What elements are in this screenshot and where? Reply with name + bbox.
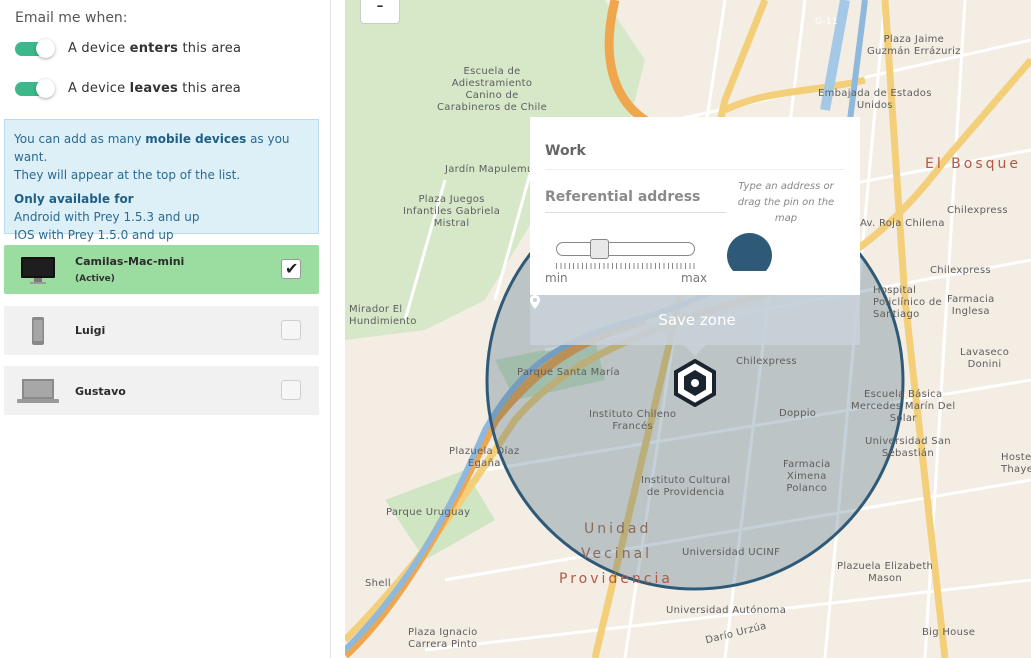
map-label: Farmacia Inglesa	[947, 294, 995, 317]
radius-max-label: max	[681, 271, 708, 285]
device-status: (Active)	[75, 274, 115, 284]
map-label: Av. Roja Chilena	[860, 218, 945, 229]
toggle-knob	[36, 79, 55, 98]
map-label: Instituto Chileno Francés	[589, 409, 677, 432]
map-label: Plazuela Díaz Egaña	[449, 446, 520, 469]
map-label: Providencia	[559, 571, 673, 587]
radius-slider-ticks	[556, 263, 695, 269]
map-label: Escuela Básica Mercedes Marín Del Solar	[851, 389, 956, 424]
zone-form-body: Work Referential address Type an address…	[530, 117, 860, 295]
availability-title: Only available for	[14, 192, 134, 206]
color-picker-mask	[720, 271, 780, 295]
map-label: Chilexpress	[947, 205, 1008, 216]
map-label: Farmacia Ximena Polanco	[783, 459, 831, 494]
email-settings-title: Email me when:	[15, 10, 128, 26]
ios-availability: IOS with Prey 1.5.0 and up	[14, 228, 174, 242]
checkmark-icon: ✔	[285, 259, 299, 278]
map-label: Universidad San Sebastián	[865, 436, 951, 459]
map-label: Hospital Policlínico de Santiago	[873, 285, 943, 320]
zone-name-input[interactable]: Work	[545, 143, 845, 170]
map-label: Universidad UCINF	[682, 547, 781, 558]
mac-mini-icon	[16, 253, 60, 287]
map-label: Jardín Mapulemu	[445, 164, 534, 175]
mobile-devices-info-box: You can add as many mobile devices as yo…	[4, 119, 319, 242]
map-label: Plaza Jaime Guzmán Errázuriz	[867, 34, 961, 57]
map-label: Instituto Cultural de Providencia	[641, 475, 731, 498]
toggle-knob	[36, 39, 55, 58]
zone-address-input[interactable]: Referential address	[545, 189, 726, 213]
map-label: Universidad Autónoma	[666, 605, 787, 616]
device-checkbox[interactable]	[281, 380, 301, 400]
phone-icon	[16, 314, 60, 348]
map-label: Hoste Thaye	[1001, 452, 1031, 475]
enters-label: A device enters this area	[68, 40, 242, 56]
map-label: Escuela de Adiestramiento Canino de Carabin…	[437, 66, 548, 113]
map-label: Mirador El Hundimiento	[349, 304, 417, 327]
device-name: Luigi	[75, 324, 106, 337]
map-label: Doppio	[779, 408, 817, 419]
map-label: Vecinal	[581, 546, 653, 562]
device-checkbox[interactable]	[281, 320, 301, 340]
device-row-luigi[interactable]: Luigi	[4, 306, 319, 355]
map-label: Parque Santa María	[517, 367, 620, 378]
info-line-2: They will appear at the top of the list.	[14, 168, 241, 182]
map-label: Plazuela Elizabeth Mason	[837, 561, 934, 584]
enters-notification-row: A device enters this area	[15, 38, 241, 58]
leaves-notification-row: A device leaves this area	[15, 78, 241, 98]
zoom-out-button[interactable]: -	[360, 0, 400, 24]
save-zone-label: Save zone	[658, 311, 736, 329]
map-label: Chilexpress	[930, 265, 991, 276]
map-label: Chilexpress	[736, 356, 797, 367]
map-label: Plaza Juegos Infantiles Gabriela Mistral	[403, 194, 501, 229]
geofence-sidebar: Email me when: A device enters this area…	[0, 0, 331, 658]
map-label: Parque Uruguay	[386, 507, 471, 518]
map-label: Lavaseco Donini	[960, 347, 1010, 370]
map-label: Big House	[922, 627, 976, 638]
map-label: El Bosque	[925, 156, 1022, 172]
zone-form-card: Work Referential address Type an address…	[530, 117, 860, 356]
map-label: Plaza Ignacio Carrera Pinto	[408, 627, 478, 650]
map-label: Shell	[365, 578, 391, 589]
map-label: G-11	[815, 17, 838, 27]
android-availability: Android with Prey 1.5.3 and up	[14, 210, 200, 224]
radius-slider-track[interactable]	[556, 242, 695, 256]
save-zone-button[interactable]: Save zone	[530, 295, 860, 345]
radius-min-label: min	[545, 271, 568, 285]
leaves-label: A device leaves this area	[68, 80, 241, 96]
laptop-icon	[16, 374, 60, 408]
card-pointer	[683, 344, 707, 356]
zone-center-hexagon-icon[interactable]	[673, 359, 717, 407]
device-checkbox[interactable]: ✔	[281, 259, 301, 279]
device-name: Camilas-Mac-mini	[75, 255, 185, 268]
radius-slider-handle[interactable]	[589, 239, 609, 259]
geofence-map[interactable]: Plaza Jaime Guzmán Errázuriz Escuela de Ad…	[345, 0, 1031, 658]
address-hint: Type an address or drag the pin on the m…	[737, 181, 835, 224]
info-line-1: You can add as many mobile devices as yo…	[14, 132, 290, 164]
device-row-camilas-mac-mini[interactable]: Camilas-Mac-mini (Active) ✔	[4, 245, 319, 294]
enters-toggle[interactable]	[15, 39, 55, 58]
map-label: Unidad	[584, 521, 652, 537]
device-row-gustavo[interactable]: Gustavo	[4, 366, 319, 415]
device-name: Gustavo	[75, 385, 126, 398]
leaves-toggle[interactable]	[15, 79, 55, 98]
map-label: Embajada de Estados Unidos	[818, 88, 932, 111]
